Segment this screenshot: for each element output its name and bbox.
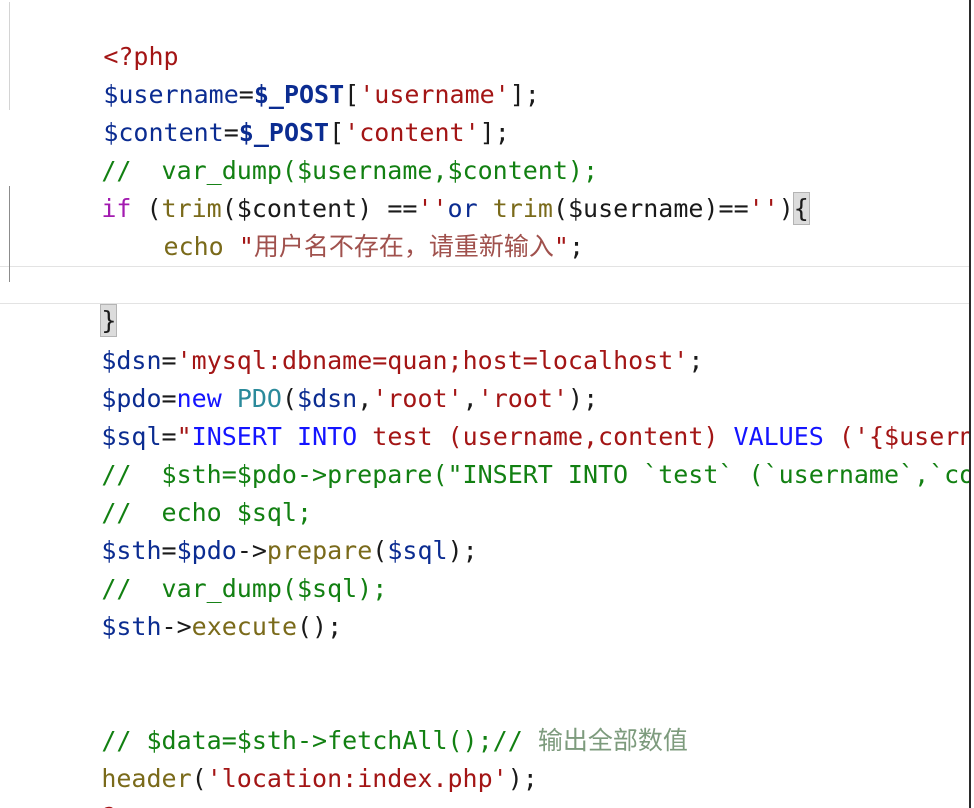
code-line-15[interactable]: // var_dump($sql); [0, 532, 969, 603]
indent-guide-if-block [9, 186, 10, 282]
code-line-21[interactable]: ?> [0, 760, 969, 808]
code-line-12[interactable]: // $sth=$pdo->prepare("INSERT INTO `test… [0, 418, 969, 489]
editor-right-border [969, 0, 971, 808]
php-close-tag: ?> [101, 802, 131, 808]
code-line-6[interactable]: echo "用户名不存在，请重新输入"; [0, 190, 969, 261]
code-line-3[interactable]: $content=$_POST['content']; [0, 76, 969, 147]
code-editor[interactable]: <?php $username=$_POST['username']; $con… [0, 0, 974, 808]
code-line-2[interactable]: $username=$_POST['username']; [0, 38, 969, 109]
code-line-4[interactable]: // var_dump($username,$content); [0, 114, 969, 185]
code-line-13[interactable]: // echo $sql; [0, 456, 969, 527]
code-line-9[interactable]: $dsn='mysql:dbname=quan;host=localhost'; [0, 304, 969, 375]
code-line-14[interactable]: $sth=$pdo->prepare($sql); [0, 494, 969, 565]
code-line-7[interactable]: exit; [0, 228, 969, 299]
code-line-11[interactable]: $sql="INSERT INTO test (username,content… [0, 380, 969, 451]
code-line-8-current[interactable]: } [0, 266, 969, 337]
code-line-16[interactable]: $sth->execute(); [0, 570, 969, 641]
indent-guide-top [9, 2, 10, 110]
code-line-18-blank[interactable] [0, 646, 969, 684]
code-line-17-blank[interactable] [0, 608, 969, 646]
code-line-20[interactable]: header('location:index.php'); [0, 722, 969, 793]
code-line-10[interactable]: $pdo=new PDO($dsn,'root','root'); [0, 342, 969, 413]
code-line-1[interactable]: <?php [0, 0, 969, 71]
code-lines[interactable]: <?php $username=$_POST['username']; $con… [0, 0, 969, 808]
code-line-19[interactable]: // $data=$sth->fetchAll();// 输出全部数值 [0, 684, 969, 755]
code-line-5[interactable]: if (trim($content) ==''or trim($username… [0, 152, 969, 225]
